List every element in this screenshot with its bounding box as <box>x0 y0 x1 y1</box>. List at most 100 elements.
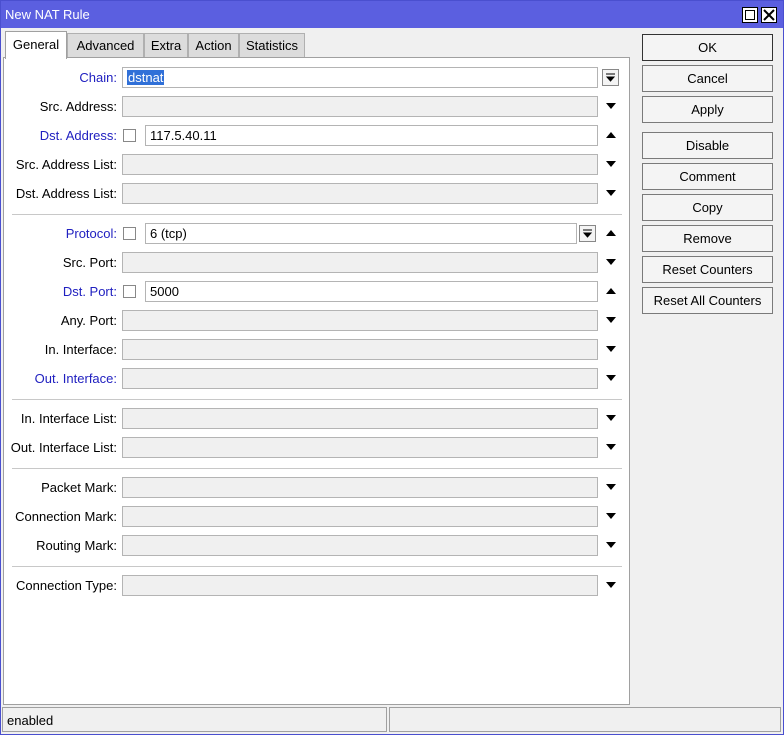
dst-address-list-row: Dst. Address List: <box>4 183 631 205</box>
status-bar: enabled <box>1 705 783 734</box>
src-address-label: Src. Address: <box>39 99 117 114</box>
close-icon[interactable] <box>761 7 777 23</box>
src-port-label: Src. Port: <box>62 255 117 270</box>
section-divider <box>12 566 622 567</box>
routing-mark-label: Routing Mark: <box>36 538 117 553</box>
status-text: enabled <box>7 713 54 728</box>
collapse-up-icon[interactable] <box>605 129 617 141</box>
dst-port-negate-checkbox[interactable] <box>123 285 136 298</box>
any-port-label: Any. Port: <box>60 313 117 328</box>
protocol-label[interactable]: Protocol: <box>66 226 117 241</box>
src-port-row: Src. Port: <box>4 252 631 274</box>
title-bar[interactable]: New NAT Rule <box>1 1 783 28</box>
status-cell-empty <box>389 707 781 732</box>
packet-mark-row: Packet Mark: <box>4 477 631 499</box>
maximize-icon[interactable] <box>742 7 758 23</box>
expand-down-icon[interactable] <box>605 539 617 551</box>
out-interface-list-field[interactable] <box>122 437 598 458</box>
chain-label[interactable]: Chain: <box>79 70 117 85</box>
expand-down-icon[interactable] <box>605 158 617 170</box>
general-panel: Chain: dstnat Src. Address: Dst. Address… <box>3 57 630 705</box>
apply-button[interactable]: Apply <box>642 96 773 123</box>
connection-type-row: Connection Type: <box>4 575 631 597</box>
chain-field[interactable]: dstnat <box>122 67 598 88</box>
tab-general[interactable]: General <box>5 31 67 59</box>
in-interface-row: In. Interface: <box>4 339 631 361</box>
connection-mark-field[interactable] <box>122 506 598 527</box>
tab-extra[interactable]: Extra <box>144 33 188 57</box>
tab-statistics[interactable]: Statistics <box>239 33 305 57</box>
routing-mark-row: Routing Mark: <box>4 535 631 557</box>
chain-dropdown-button[interactable] <box>602 69 619 86</box>
section-divider <box>12 468 622 469</box>
nat-rule-window: New NAT Rule General Advanced Extra Acti… <box>0 0 784 735</box>
dst-port-row: Dst. Port: 5000 <box>4 281 631 303</box>
protocol-dropdown-button[interactable] <box>579 225 596 242</box>
dst-address-label[interactable]: Dst. Address: <box>40 128 117 143</box>
window-title: New NAT Rule <box>5 7 90 22</box>
src-address-list-field[interactable] <box>122 154 598 175</box>
connection-type-field[interactable] <box>122 575 598 596</box>
packet-mark-label: Packet Mark: <box>41 480 117 495</box>
out-interface-label[interactable]: Out. Interface: <box>35 371 117 386</box>
section-divider <box>12 399 622 400</box>
protocol-negate-checkbox[interactable] <box>123 227 136 240</box>
expand-down-icon[interactable] <box>605 441 617 453</box>
protocol-field[interactable]: 6 (tcp) <box>145 223 577 244</box>
any-port-field[interactable] <box>122 310 598 331</box>
dst-address-value: 117.5.40.11 <box>150 128 217 143</box>
expand-down-icon[interactable] <box>605 100 617 112</box>
out-interface-list-label: Out. Interface List: <box>10 440 117 455</box>
out-interface-list-row: Out. Interface List: <box>4 437 631 459</box>
in-interface-list-label: In. Interface List: <box>20 411 117 426</box>
expand-down-icon[interactable] <box>605 481 617 493</box>
collapse-up-icon[interactable] <box>605 285 617 297</box>
collapse-up-icon[interactable] <box>605 227 617 239</box>
status-cell: enabled <box>2 707 387 732</box>
dst-address-list-field[interactable] <box>122 183 598 204</box>
chain-row: Chain: dstnat <box>4 67 631 89</box>
any-port-row: Any. Port: <box>4 310 631 332</box>
reset-counters-button[interactable]: Reset Counters <box>642 256 773 283</box>
src-address-list-label: Src. Address List: <box>15 157 117 172</box>
in-interface-list-row: In. Interface List: <box>4 408 631 430</box>
expand-down-icon[interactable] <box>605 187 617 199</box>
expand-down-icon[interactable] <box>605 343 617 355</box>
dst-address-negate-checkbox[interactable] <box>123 129 136 142</box>
routing-mark-field[interactable] <box>122 535 598 556</box>
in-interface-label: In. Interface: <box>44 342 117 357</box>
expand-down-icon[interactable] <box>605 510 617 522</box>
src-address-list-row: Src. Address List: <box>4 154 631 176</box>
packet-mark-field[interactable] <box>122 477 598 498</box>
in-interface-field[interactable] <box>122 339 598 360</box>
dropdown-arrow-icon <box>582 229 593 238</box>
expand-down-icon[interactable] <box>605 372 617 384</box>
expand-down-icon[interactable] <box>605 579 617 591</box>
dst-port-value: 5000 <box>150 284 179 299</box>
remove-button[interactable]: Remove <box>642 225 773 252</box>
reset-all-counters-button[interactable]: Reset All Counters <box>642 287 773 314</box>
src-port-field[interactable] <box>122 252 598 273</box>
expand-down-icon[interactable] <box>605 256 617 268</box>
out-interface-field[interactable] <box>122 368 598 389</box>
copy-button[interactable]: Copy <box>642 194 773 221</box>
expand-down-icon[interactable] <box>605 412 617 424</box>
protocol-value: 6 (tcp) <box>150 226 187 241</box>
expand-down-icon[interactable] <box>605 314 617 326</box>
tab-advanced[interactable]: Advanced <box>67 33 144 57</box>
dst-address-field[interactable]: 117.5.40.11 <box>145 125 598 146</box>
connection-mark-row: Connection Mark: <box>4 506 631 528</box>
section-divider <box>12 214 622 215</box>
out-interface-row: Out. Interface: <box>4 368 631 390</box>
comment-button[interactable]: Comment <box>642 163 773 190</box>
ok-button[interactable]: OK <box>642 34 773 61</box>
in-interface-list-field[interactable] <box>122 408 598 429</box>
dst-address-list-label: Dst. Address List: <box>15 186 117 201</box>
chain-value: dstnat <box>127 70 165 85</box>
disable-button[interactable]: Disable <box>642 132 773 159</box>
src-address-field[interactable] <box>122 96 598 117</box>
cancel-button[interactable]: Cancel <box>642 65 773 92</box>
dst-port-label[interactable]: Dst. Port: <box>63 284 117 299</box>
tab-action[interactable]: Action <box>188 33 239 57</box>
dst-port-field[interactable]: 5000 <box>145 281 598 302</box>
